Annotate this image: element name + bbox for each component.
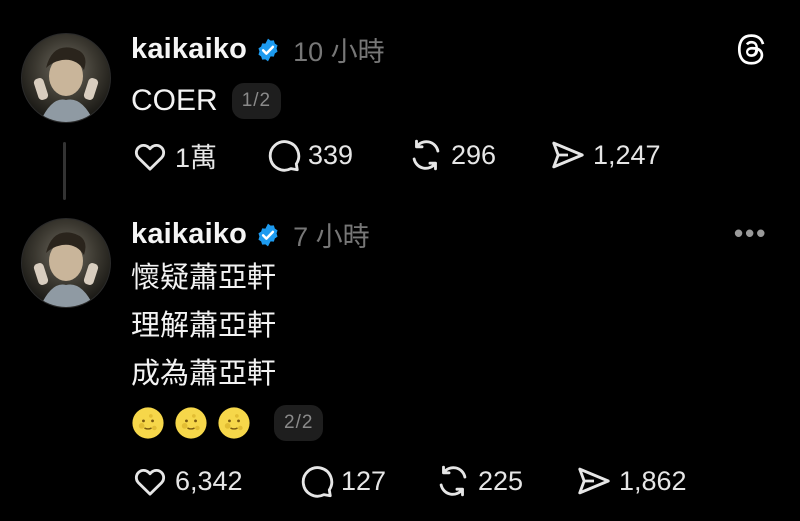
avatar[interactable] (21, 33, 111, 123)
reply-button[interactable]: 127 (297, 462, 386, 500)
post-text-line: 懷疑蕭亞軒 (131, 262, 277, 294)
full-moon-face-emoji (175, 407, 207, 439)
repost-button[interactable]: 225 (434, 462, 523, 500)
threads-logo-icon[interactable] (734, 32, 768, 66)
avatar-photo (33, 47, 99, 122)
thread-pager: 2/2 (274, 405, 324, 441)
verified-badge-icon (258, 38, 278, 61)
comment-bubble-icon (268, 140, 301, 172)
verified-badge-icon (258, 223, 278, 246)
username[interactable]: kaikaiko (131, 33, 247, 66)
comment-bubble-icon (301, 466, 334, 498)
repost-icon (439, 465, 467, 497)
repost-button[interactable]: 296 (407, 136, 496, 174)
heart-icon (134, 143, 166, 171)
post-time: 7 小時 (293, 222, 370, 252)
post-time: 10 小時 (293, 37, 385, 67)
post-body: COER 1/2 (131, 77, 282, 125)
post-text-line: COER (131, 84, 218, 117)
post-header: kaikaiko 7 小時 (131, 215, 370, 254)
thread-pager: 1/2 (231, 83, 282, 119)
repost-count: 296 (451, 139, 497, 170)
full-moon-face-emoji (218, 407, 250, 439)
share-count: 1,862 (619, 465, 687, 496)
reply-button[interactable]: 339 (264, 136, 353, 174)
like-button[interactable]: 1萬 (131, 136, 217, 175)
repost-count: 225 (478, 465, 524, 496)
reply-count: 339 (308, 139, 354, 170)
post-header: kaikaiko 10 小時 (131, 30, 385, 69)
thread-line (63, 142, 66, 200)
reply-count: 127 (341, 465, 387, 496)
avatar-photo (33, 232, 99, 307)
post-text-line: 成為蕭亞軒 (131, 358, 277, 390)
more-options-icon[interactable]: ••• (734, 218, 767, 249)
like-count: 6,342 (175, 465, 243, 496)
like-count: 1萬 (175, 143, 218, 173)
post-body: 懷疑蕭亞軒 理解蕭亞軒 成為蕭亞軒 (131, 254, 276, 398)
post-text-line: 理解蕭亞軒 (131, 310, 277, 342)
full-moon-face-emoji (132, 407, 164, 439)
heart-icon (134, 469, 166, 496)
send-icon (578, 467, 610, 495)
share-button[interactable]: 1,862 (575, 462, 687, 500)
share-count: 1,247 (593, 139, 661, 170)
avatar[interactable] (21, 218, 111, 308)
like-button[interactable]: 6,342 (131, 462, 243, 500)
username[interactable]: kaikaiko (131, 218, 247, 251)
emoji-row: 2/2 (131, 405, 324, 441)
repost-icon (412, 139, 440, 171)
send-icon (552, 141, 584, 169)
share-button[interactable]: 1,247 (549, 136, 661, 174)
